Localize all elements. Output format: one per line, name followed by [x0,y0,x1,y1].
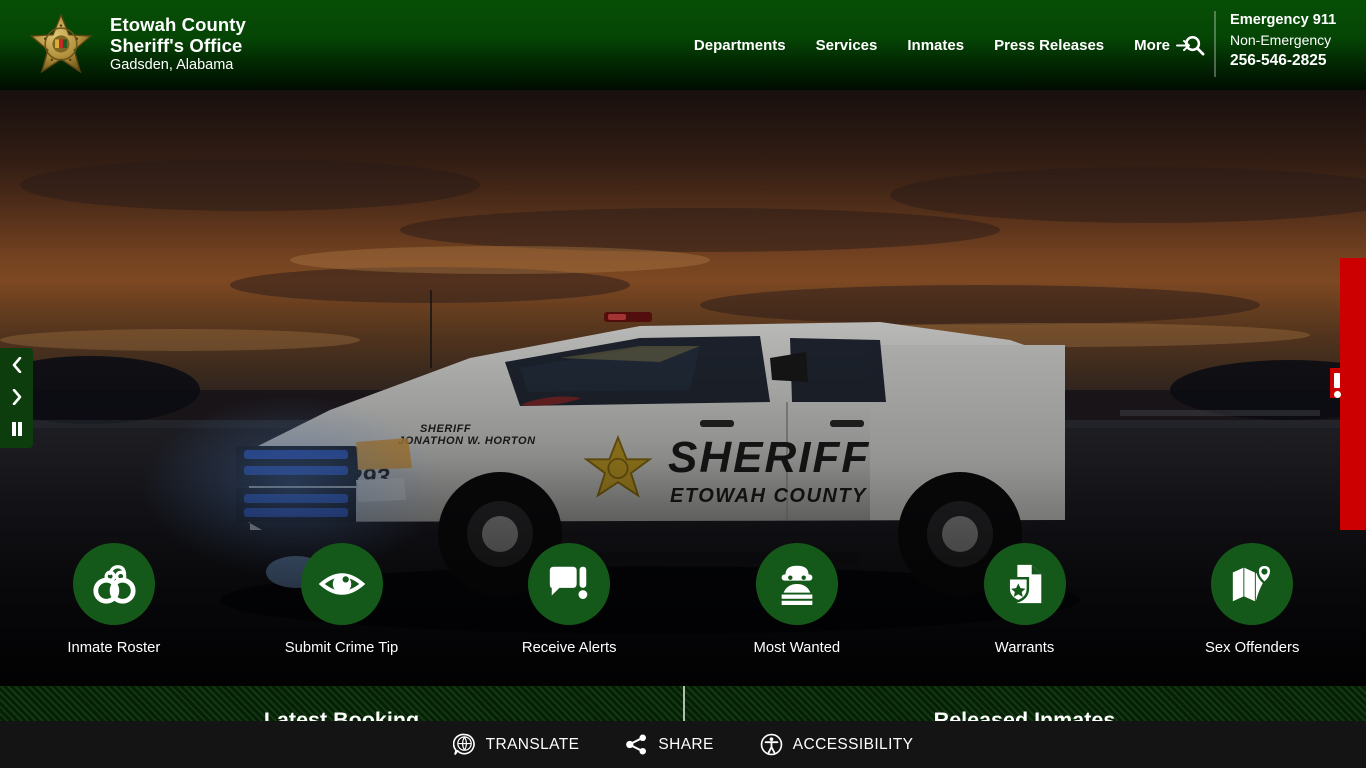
quick-link-label: Most Wanted [753,640,841,656]
carousel-prev-button[interactable] [4,354,30,376]
quick-link-icon-circle [300,543,383,625]
exclamation-icon [1328,370,1346,400]
site-brand[interactable]: Etowah County Sheriff's Office Gadsden, … [28,11,246,77]
emergency-contact-block: Emergency 911 Non-Emergency 256-546-2825 [1214,11,1366,77]
carousel-next-button[interactable] [4,386,30,408]
quick-link-icon-circle [755,543,838,625]
pause-icon [11,422,22,436]
speech-bubble-alert-icon [550,566,588,599]
nav-label: Departments [693,36,786,54]
handcuffs-icon [93,565,136,604]
nav-item-inmates[interactable]: Inmates [892,31,979,60]
search-button[interactable] [1177,28,1211,62]
quick-link-submit-crime-tip[interactable]: Submit Crime Tip [228,543,456,673]
quick-link-label: Warrants [994,640,1055,656]
panel-released-inmates: Released Inmates [683,686,1366,722]
nav-item-press-releases[interactable]: Press Releases [979,31,1119,60]
panel-latest-booking: Latest Booking [0,686,683,722]
content-panels: Latest Booking Released Inmates [0,686,1366,722]
quick-link-inmate-roster[interactable]: Inmate Roster [0,543,228,673]
quick-link-icon-circle [1211,543,1294,625]
translate-label: TRANSLATE [485,735,580,753]
nav-item-departments[interactable]: Departments [679,31,801,60]
quick-link-label: Receive Alerts [521,640,617,656]
eye-icon [318,573,365,595]
share-nodes-icon [626,734,647,755]
quick-link-icon-circle [72,543,155,625]
main-navigation: Departments Services Inmates Press Relea… [679,0,1206,90]
emergency-alert-tab[interactable] [1325,258,1366,530]
nav-label: Inmates [907,36,965,54]
nav-item-services[interactable]: Services [801,31,893,60]
quick-links-bar: Inmate Roster Submit Crime Tip Receive A… [0,543,1366,673]
nav-label: Press Releases [994,36,1105,54]
share-label: SHARE [658,735,714,753]
nav-label: More [1134,36,1170,54]
accessibility-button[interactable]: ACCESSIBILITY [760,733,914,756]
quick-link-most-wanted[interactable]: Most Wanted [683,543,911,673]
utility-bottom-bar: TRANSLATE SHARE ACCESSIBILITY [0,721,1366,768]
brand-line-2: Sheriff's Office [110,35,243,57]
brand-line-1: Etowah County [110,14,246,36]
globe-speech-icon [452,733,475,755]
quick-link-warrants[interactable]: Warrants [911,543,1139,673]
map-pin-icon [1233,563,1273,602]
brand-line-3: Gadsden, Alabama [110,57,234,74]
panel-title: Latest Booking [263,708,420,722]
sheriff-star-badge-icon [29,13,93,74]
brand-text: Etowah County Sheriff's Office Gadsden, … [110,14,246,74]
accessibility-label: ACCESSIBILITY [792,735,914,753]
carousel-pause-button[interactable] [4,418,30,440]
quick-link-label: Submit Crime Tip [284,640,399,656]
carousel-controls [0,348,33,448]
quick-link-receive-alerts[interactable]: Receive Alerts [455,543,683,673]
non-emergency-phone[interactable]: 256-546-2825 [1230,51,1366,71]
burglar-icon [781,565,813,605]
search-icon [1184,35,1204,55]
share-button[interactable]: SHARE [625,733,713,756]
document-shield-star-icon [1006,564,1041,604]
chevron-right-icon [12,389,21,405]
translate-button[interactable]: TRANSLATE [452,733,580,756]
quick-link-label: Inmate Roster [67,640,161,656]
quick-link-icon-circle [983,543,1066,625]
site-header: Etowah County Sheriff's Office Gadsden, … [0,0,1366,90]
page-root: SHERIFF ETOWAH COUNTY SHERIFF JONATHON W… [0,0,1366,768]
quick-link-label: Sex Offenders [1205,640,1300,656]
nav-label: Services [815,36,878,54]
quick-link-sex-offenders[interactable]: Sex Offenders [1138,543,1366,673]
chevron-left-icon [12,357,21,373]
accessibility-person-icon [760,733,783,756]
non-emergency-label: Non-Emergency [1230,31,1332,48]
emergency-number-label: Emergency 911 [1230,12,1337,28]
panel-title: Released Inmates [933,708,1116,722]
quick-link-icon-circle [528,543,611,625]
